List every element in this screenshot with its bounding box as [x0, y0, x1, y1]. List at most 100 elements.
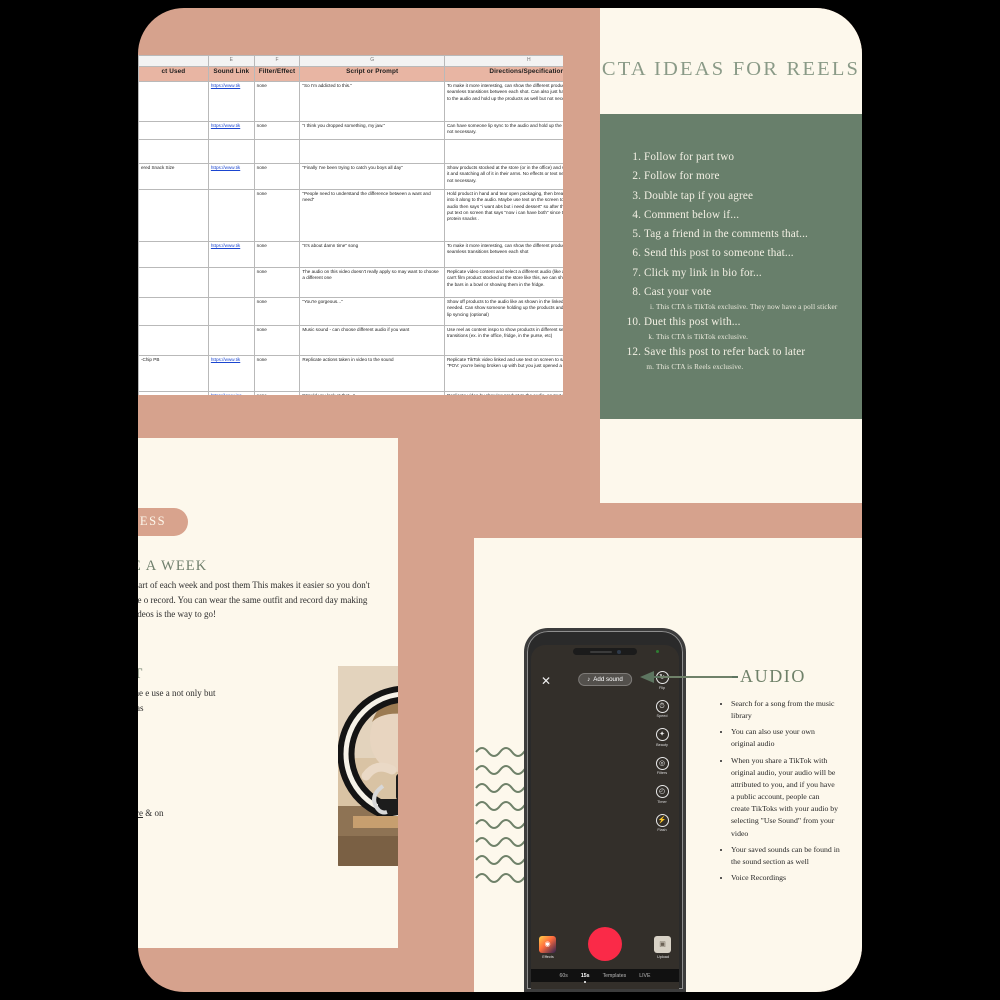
- cta-item-label: Tag a friend in the comments that...: [644, 228, 808, 241]
- audio-bullet: Your saved sounds can be found in the so…: [731, 844, 840, 868]
- table-row[interactable]: https://www.tik none "I think you dropped …: [138, 121, 563, 140]
- flash-icon: ⚡: [655, 813, 669, 827]
- tool-timer-button[interactable]: ◴ Timer: [649, 785, 675, 804]
- camera-mode-tabs[interactable]: 60s 15s Templates LIVE: [531, 969, 679, 982]
- cell-product-used: [138, 121, 209, 140]
- document-paragraph-1: els at the start of each week and post t…: [138, 580, 370, 620]
- tool-label: Flash: [657, 828, 667, 832]
- upload-label: Upload: [656, 954, 670, 959]
- cell-sound-link[interactable]: https://www.tik: [207, 163, 255, 190]
- phone-front-camera-icon: [616, 649, 621, 654]
- sound-link[interactable]: https://www.tik: [211, 243, 240, 248]
- spreadsheet-body[interactable]: https://www.tik none "So I'm addicted to t…: [138, 81, 563, 395]
- cell-product-used: [138, 81, 209, 122]
- cta-list-item: Follow for more: [644, 167, 852, 186]
- filters-icon: ◎: [655, 756, 669, 770]
- cta-item-label: Save this post to refer back to later: [644, 345, 806, 358]
- sound-link[interactable]: https://www.tik: [211, 83, 240, 88]
- document-heading-once-a-week: ONCE A WEEK: [138, 558, 208, 574]
- camera-tab-templates[interactable]: Templates: [603, 973, 627, 979]
- camera-tab-live[interactable]: LIVE: [639, 973, 650, 979]
- cell-sound-link[interactable]: https://www.tik: [207, 81, 255, 122]
- close-icon[interactable]: ✕: [541, 675, 551, 687]
- ring-light-photo-svg: [338, 666, 398, 866]
- cell-sound-link[interactable]: https://www.tik: [207, 355, 255, 392]
- spreadsheet-panel[interactable]: E F G H ct Used Sound Link Filter/Effect…: [138, 55, 563, 395]
- table-row[interactable]: -Chip PB https://www.tik none Replicate act…: [138, 355, 563, 392]
- document-paragraph-2: estions d the e use a not only but also …: [138, 688, 216, 713]
- record-button[interactable]: [588, 927, 622, 961]
- cell-sound-link[interactable]: https://www.tik: [207, 121, 255, 140]
- cta-list-item: Click my link in bio for...: [644, 264, 852, 283]
- timer-icon: ◴: [655, 785, 669, 798]
- reels-tips-document: CCESS ONCE A WEEK els at the start of ea…: [138, 438, 398, 948]
- cta-list-item: Duet this post with... This CTA is TikTok…: [644, 313, 852, 343]
- cell-sound-link[interactable]: [207, 139, 255, 164]
- table-row[interactable]: none "People need to understand the diffe…: [138, 189, 563, 242]
- cta-item-label: Follow for part two: [644, 151, 735, 163]
- cell-script-or-prompt: [299, 139, 445, 164]
- camera-tab-15s[interactable]: 15s: [581, 973, 590, 979]
- effects-button[interactable]: ◉ Effects: [539, 935, 556, 959]
- sound-link[interactable]: https://www.tik: [211, 165, 240, 170]
- spreadsheet-table[interactable]: E F G H ct Used Sound Link Filter/Effect…: [138, 55, 563, 395]
- composition-frame: E F G H ct Used Sound Link Filter/Effect…: [138, 8, 862, 992]
- table-row[interactable]: none Music sound - can choose different a…: [138, 325, 563, 356]
- document-heading-engagement: MENT: [138, 666, 143, 683]
- cell-directions: [443, 139, 563, 164]
- audio-phone-card: ✕ ♪ Add sound ↻Flip⏱Speed✦Beauty◎Filters…: [474, 538, 862, 992]
- cell-product-used: ered Snack Size: [138, 163, 209, 190]
- sound-link[interactable]: https://www.ins: [211, 393, 242, 395]
- table-row[interactable]: https://www.ins none"Would you look at th…: [138, 391, 563, 395]
- upload-button[interactable]: ▣ Upload: [654, 935, 671, 959]
- table-row[interactable]: https://www.tik none "It's about damn time…: [138, 241, 563, 268]
- camera-bottom-controls[interactable]: ◉ Effects ▣ Upload: [531, 927, 679, 961]
- cell-sound-link[interactable]: [207, 297, 255, 326]
- beauty-icon: ✦: [655, 728, 669, 741]
- screenshot-canvas: E F G H ct Used Sound Link Filter/Effect…: [0, 0, 1000, 1000]
- tool-speed-button[interactable]: ⏱ Speed: [649, 699, 675, 718]
- cell-script-or-prompt: Replicate actions taken in video to the …: [299, 355, 445, 392]
- audio-section-title: AUDIO: [740, 666, 806, 686]
- cell-filter-effect: none: [253, 163, 301, 190]
- cta-item-label: Duet this post with...: [644, 315, 741, 328]
- tiktok-camera-screen[interactable]: ✕ ♪ Add sound ↻Flip⏱Speed✦Beauty◎Filters…: [531, 645, 679, 989]
- cell-filter-effect: none: [253, 121, 301, 140]
- table-row[interactable]: none "You're gorgeous..." Show off product…: [138, 297, 563, 326]
- camera-tab-60s[interactable]: 60s: [560, 973, 568, 979]
- cell-filter-effect: [253, 139, 301, 164]
- add-sound-button[interactable]: ♪ Add sound: [578, 673, 632, 686]
- cell-sound-link[interactable]: [207, 325, 255, 356]
- camera-tools-rail[interactable]: ↻Flip⏱Speed✦Beauty◎Filters◴Timer⚡Flash: [649, 671, 675, 832]
- cta-subnote: This CTA is Reels exclusive.: [656, 363, 744, 372]
- cell-directions: Replicate TikTok video linked and use te…: [443, 355, 563, 392]
- cell-filter-effect: none: [253, 391, 301, 395]
- cta-list-item: Tag a friend in the comments that...: [644, 225, 852, 244]
- column-letter-row: E F G H: [138, 55, 563, 67]
- tool-beauty-button[interactable]: ✦ Beauty: [649, 728, 675, 747]
- cell-sound-link[interactable]: https://www.ins: [207, 391, 255, 395]
- audio-bullet-list: Search for a song from the music library…: [722, 698, 840, 888]
- sound-link[interactable]: https://www.tik: [211, 123, 240, 128]
- cell-script-or-prompt: "People need to understand the differenc…: [299, 189, 445, 242]
- sound-link[interactable]: https://www.tik: [211, 357, 240, 362]
- cell-sound-link[interactable]: [207, 189, 255, 242]
- cell-script-or-prompt: "Finally I've been trying to catch you b…: [299, 163, 445, 190]
- tool-flash-button[interactable]: ⚡ Flash: [649, 813, 675, 832]
- cell-directions: To make it more interesting, can show th…: [443, 81, 563, 122]
- cell-directions: To make it more interesting, can show th…: [443, 241, 563, 268]
- table-row[interactable]: none The audio on this video doesn't real…: [138, 267, 563, 298]
- audio-bullet: Search for a song from the music library: [731, 698, 840, 722]
- header-sound-link: Sound Link: [207, 66, 255, 82]
- cell-product-used: [138, 139, 209, 164]
- cell-sound-link[interactable]: https://www.tik: [207, 241, 255, 268]
- cell-sound-link[interactable]: [207, 267, 255, 298]
- table-row[interactable]: Let's feature and can be f need to call …: [138, 139, 563, 164]
- tool-filters-button[interactable]: ◎ Filters: [649, 756, 675, 775]
- cell-script-or-prompt: "Would you look at that...": [299, 391, 445, 395]
- cta-card-title: CTA IDEAS FOR REELS: [601, 58, 861, 80]
- table-row[interactable]: https://www.tik none "So I'm addicted to t…: [138, 81, 563, 122]
- phone-speaker: [589, 650, 612, 653]
- cta-item-label: Cast your vote: [644, 285, 712, 298]
- table-row[interactable]: ered Snack Size https://www.tik none "Final…: [138, 163, 563, 190]
